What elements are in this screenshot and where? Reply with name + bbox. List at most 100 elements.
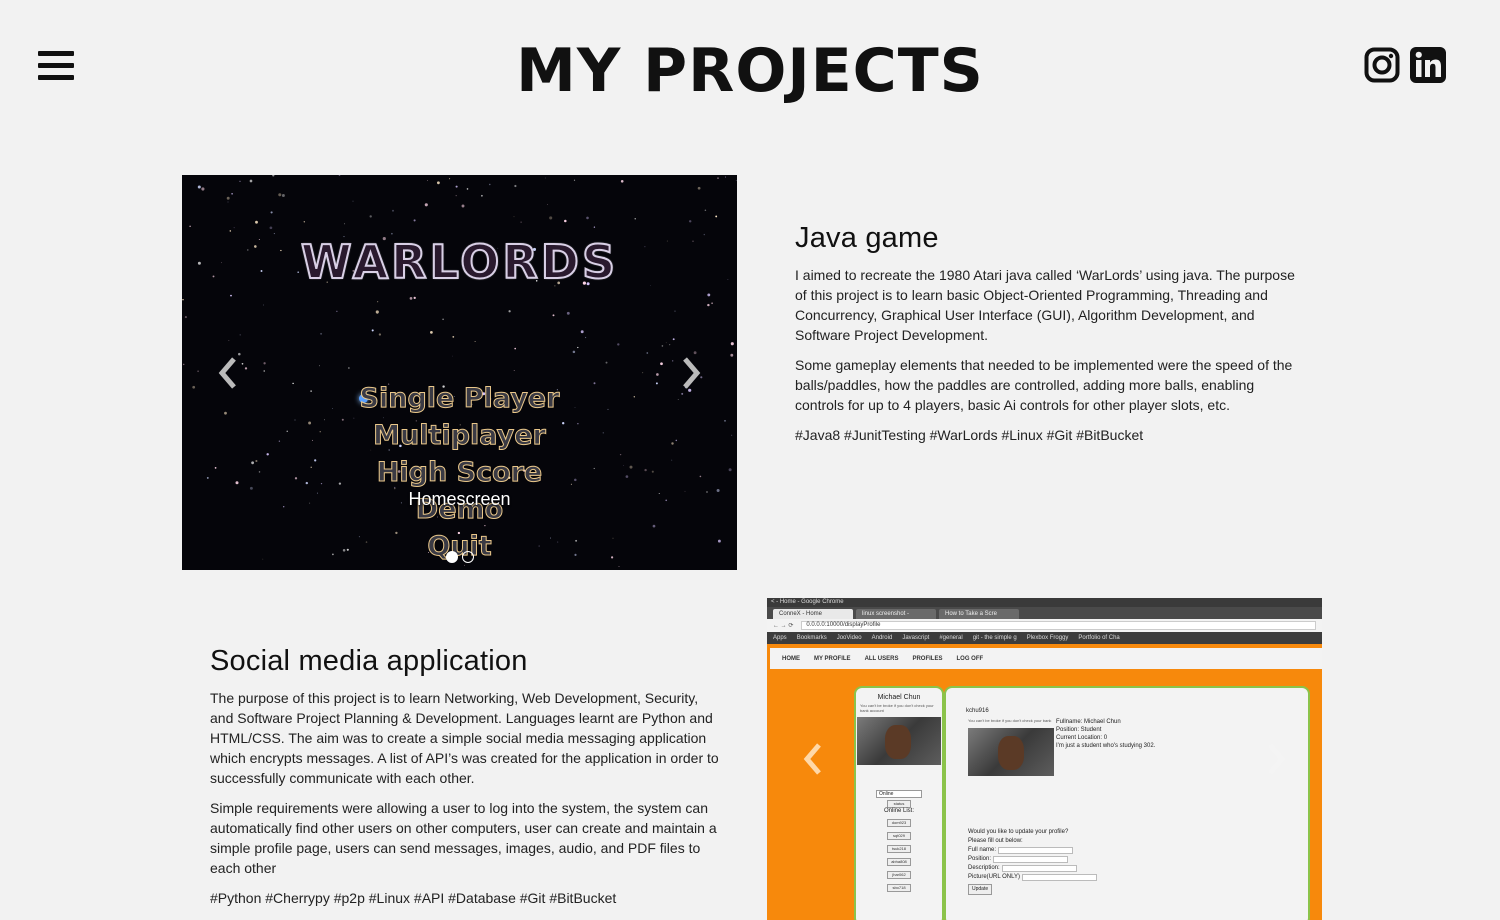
star [585,336,587,339]
star [413,219,416,222]
game-menu-item: Single Player [359,383,560,415]
app-profile-line: Current Location: 0 [1056,735,1108,741]
star [715,215,718,218]
carousel-prev-arrow-icon[interactable] [212,353,242,393]
star [348,367,350,369]
star [704,209,707,212]
star [566,311,570,315]
star [669,344,671,346]
app-update-form: Would you like to update your profile? P… [968,828,1098,895]
star [442,318,444,321]
app-form-prompt: Would you like to update your profile? [968,829,1069,835]
star [263,304,265,306]
star [269,226,273,230]
app-profile-line: Fullname: Michael Chun [1056,719,1121,725]
app-profile-line: Position: Student [1056,727,1102,733]
app-nav-item: PROFILES [912,655,943,662]
carousel-prev-arrow-icon[interactable] [797,739,827,779]
star [263,362,266,365]
project-title: Social media application [210,645,528,677]
star [303,221,305,223]
star [674,310,676,312]
star [427,180,428,181]
star [229,230,232,232]
star [430,331,433,334]
carousel-indicator[interactable] [445,551,458,563]
star [320,332,323,335]
app-nav-item: ALL USERS [864,655,899,662]
star [717,177,719,179]
star [605,361,608,364]
app-form-label: Full name: [968,847,997,853]
star [436,181,440,185]
bookmark-item: Portfolio of Cha [1078,635,1120,641]
star [197,185,201,189]
project-description: Simple requirements were allowing a user… [210,800,717,876]
star [375,310,379,314]
app-user-note: You can't be broke if you don't check yo… [860,703,934,713]
carousel-indicator[interactable] [461,551,474,563]
app-form-sub: Please fill out below: [968,838,1023,844]
star [409,297,413,300]
star [474,341,476,342]
project-tags: #Java8 #JunitTesting #WarLords #Linux #G… [795,427,1144,443]
star [730,342,734,346]
app-profile-line: I'm just a student who's studying 302. [1056,743,1156,749]
game-menu-item: High Score [376,457,543,489]
star [369,215,372,218]
star [466,188,469,190]
star [377,301,379,303]
star [660,362,663,366]
linkedin-icon[interactable] [1410,47,1446,83]
star [711,302,713,305]
star [249,179,253,183]
star [230,294,232,297]
star [182,298,184,301]
browser-bookmarks-bar: Apps Bookmarks JooVideo Android Javascri… [767,632,1322,644]
star [270,211,273,214]
app-online-user: tsuk218 [887,845,911,853]
app-nav-item: MY PROFILE [814,655,851,662]
star [182,363,185,366]
browser-tab: How to Take a Scre [939,609,1019,619]
star [273,233,275,235]
star [724,176,726,178]
star [201,187,205,191]
star [508,310,511,313]
star [646,352,649,354]
browser-tab: ConneX - Home [773,609,853,619]
star [707,303,710,307]
bookmark-item: Bookmarks [796,635,827,641]
app-profile-info: Fullname: Michael Chun Position: Student… [1056,718,1155,750]
project-java-game: Java game I aimed to recreate the 1980 A… [795,222,1305,445]
app-form-label: Position: [968,856,992,862]
star [489,183,491,186]
app-nav-item: HOME [782,655,800,662]
star [371,329,374,332]
star [593,226,596,228]
browser-title-bar: < - Home - Google Chrome [767,598,1322,607]
instagram-icon[interactable] [1364,47,1400,83]
star [455,194,457,197]
app-form-label: Picture(URL ONLY) [968,874,1021,880]
carousel-next-arrow-icon[interactable] [1262,739,1292,779]
carousel-indicators [182,551,737,563]
star [281,194,285,197]
star [263,370,265,372]
star [642,372,644,374]
star [344,223,346,225]
star [461,204,465,208]
star [586,216,589,220]
star [520,221,522,223]
bookmark-item: Javascript [902,635,930,641]
star [424,203,428,207]
carousel-next-arrow-icon[interactable] [677,353,707,393]
star [392,209,394,212]
app-form-input [1001,865,1077,872]
star [577,346,579,349]
app-sidebar-panel: Michael Chun You can't be broke if you d… [854,686,944,920]
star [572,350,576,354]
project-title: Java game [795,222,939,254]
app-form-input [998,847,1074,854]
star [697,186,701,190]
